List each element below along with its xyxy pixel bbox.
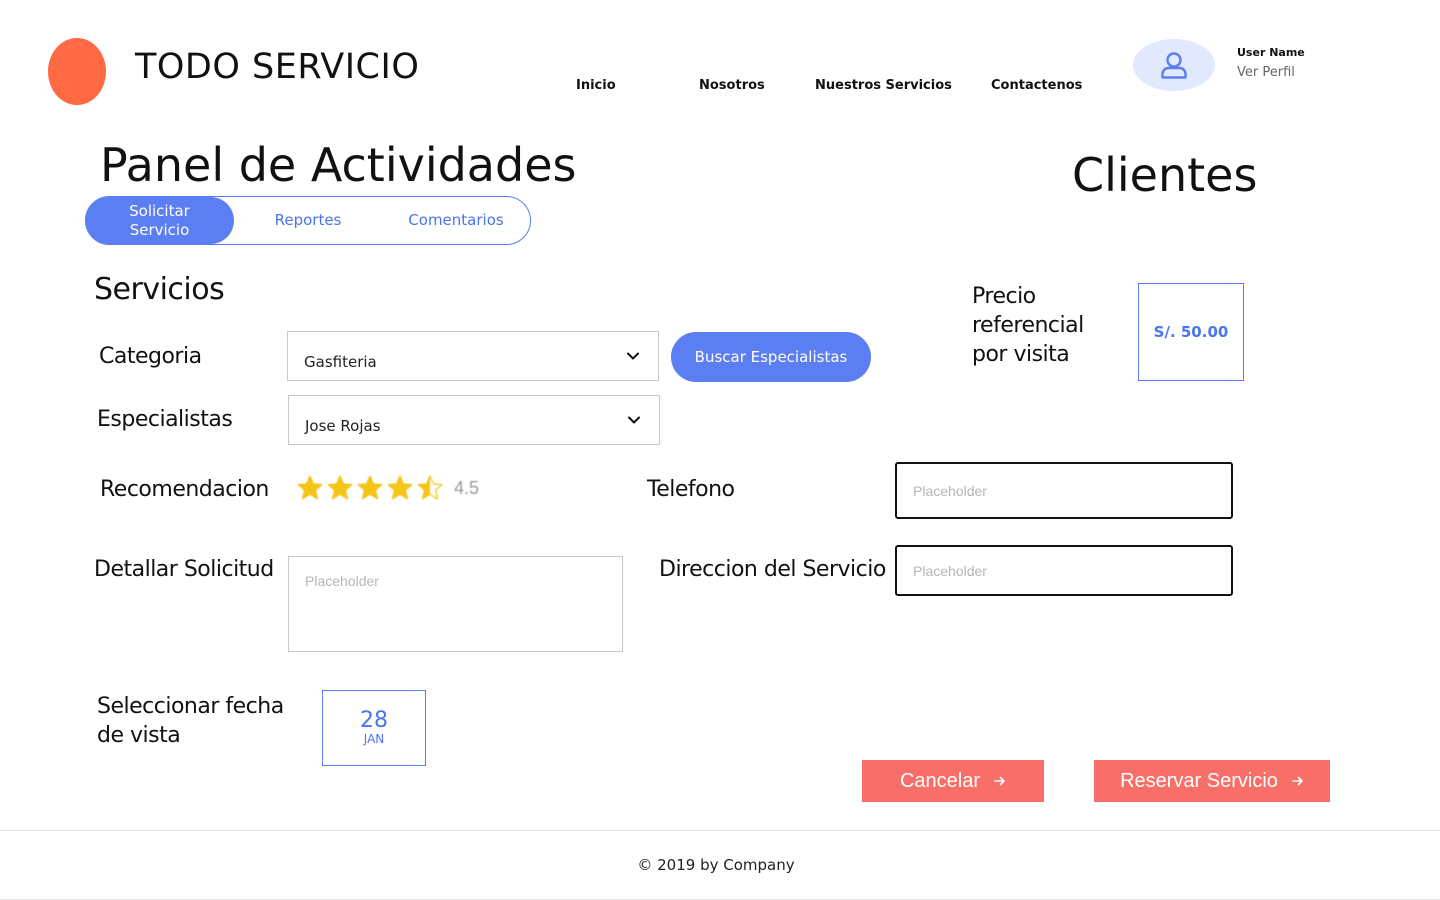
tab-label: Comentarios (408, 211, 504, 229)
avatar[interactable] (1133, 39, 1215, 91)
star-icon (297, 475, 323, 500)
page-title: Panel de Actividades (100, 138, 577, 192)
brand-name: TODO SERVICIO (135, 47, 420, 87)
phone-placeholder: Placeholder (913, 483, 987, 499)
price-label: Precio referencial por visita (972, 284, 1084, 367)
star-icon (387, 475, 413, 500)
section-title: Servicios (94, 272, 225, 307)
category-select[interactable]: Gasfiteria (287, 331, 659, 381)
star-icon (327, 475, 353, 500)
footer: © 2019 by Company (0, 830, 1440, 900)
star-icon (357, 475, 383, 500)
address-placeholder: Placeholder (913, 563, 987, 579)
tab-label: Solicitar Servicio (129, 201, 190, 239)
rating-value: 4.5 (454, 477, 480, 498)
reserve-service-button[interactable]: Reservar Servicio (1094, 760, 1330, 802)
specialists-select[interactable]: Jose Rojas (288, 395, 660, 445)
chevron-down-icon (627, 352, 639, 360)
user-name: User Name (1237, 46, 1305, 59)
star-icon (417, 475, 443, 500)
details-label: Detallar Solicitud (94, 557, 274, 582)
search-specialists-button[interactable]: Buscar Especialistas (671, 332, 871, 382)
recommendation-label: Recomendacion (100, 477, 269, 502)
date-picker[interactable]: 28 JAN (322, 690, 426, 766)
address-label: Direccion del Servicio (659, 557, 886, 582)
date-month: JAN (363, 732, 385, 746)
tab-reportes[interactable]: Reportes (234, 197, 382, 244)
cancel-button-label: Cancelar (899, 769, 981, 792)
arrow-right-icon (994, 776, 1005, 786)
reserve-button-label: Reservar Servicio (1120, 769, 1278, 792)
cancel-button[interactable]: Cancelar (862, 760, 1044, 802)
tab-bar: Solicitar Servicio Reportes Comentarios (85, 196, 531, 245)
user-icon (1161, 52, 1187, 79)
view-profile-link[interactable]: Ver Perfil (1237, 65, 1295, 80)
logo[interactable] (48, 38, 106, 105)
tab-comentarios[interactable]: Comentarios (382, 197, 530, 244)
chevron-down-icon (628, 416, 640, 424)
details-placeholder: Placeholder (305, 573, 379, 589)
date-label: Seleccionar fecha de vista (97, 694, 284, 748)
nav-contactenos[interactable]: Contactenos (991, 78, 1082, 93)
tab-solicitar-servicio[interactable]: Solicitar Servicio (85, 197, 234, 244)
footer-copyright: © 2019 by Company (637, 856, 795, 874)
nav-inicio[interactable]: Inicio (576, 78, 616, 93)
tab-label: Reportes (274, 211, 342, 229)
details-textarea[interactable]: Placeholder (288, 556, 623, 652)
nav-nosotros[interactable]: Nosotros (699, 78, 765, 93)
star-rating: 4.5 (296, 474, 479, 502)
phone-label: Telefono (647, 477, 735, 502)
specialists-label: Especialistas (97, 407, 233, 432)
address-input[interactable]: Placeholder (895, 545, 1233, 596)
specialists-select-value: Jose Rojas (305, 417, 381, 435)
nav-nuestros-servicios[interactable]: Nuestros Servicios (815, 78, 952, 93)
date-day: 28 (360, 708, 388, 733)
price-value: S/. 50.00 (1138, 283, 1244, 381)
phone-input[interactable]: Placeholder (895, 462, 1233, 519)
category-label: Categoria (99, 344, 202, 369)
arrow-right-icon (1292, 776, 1303, 786)
clients-title: Clientes (1072, 148, 1258, 202)
category-select-value: Gasfiteria (304, 353, 377, 371)
